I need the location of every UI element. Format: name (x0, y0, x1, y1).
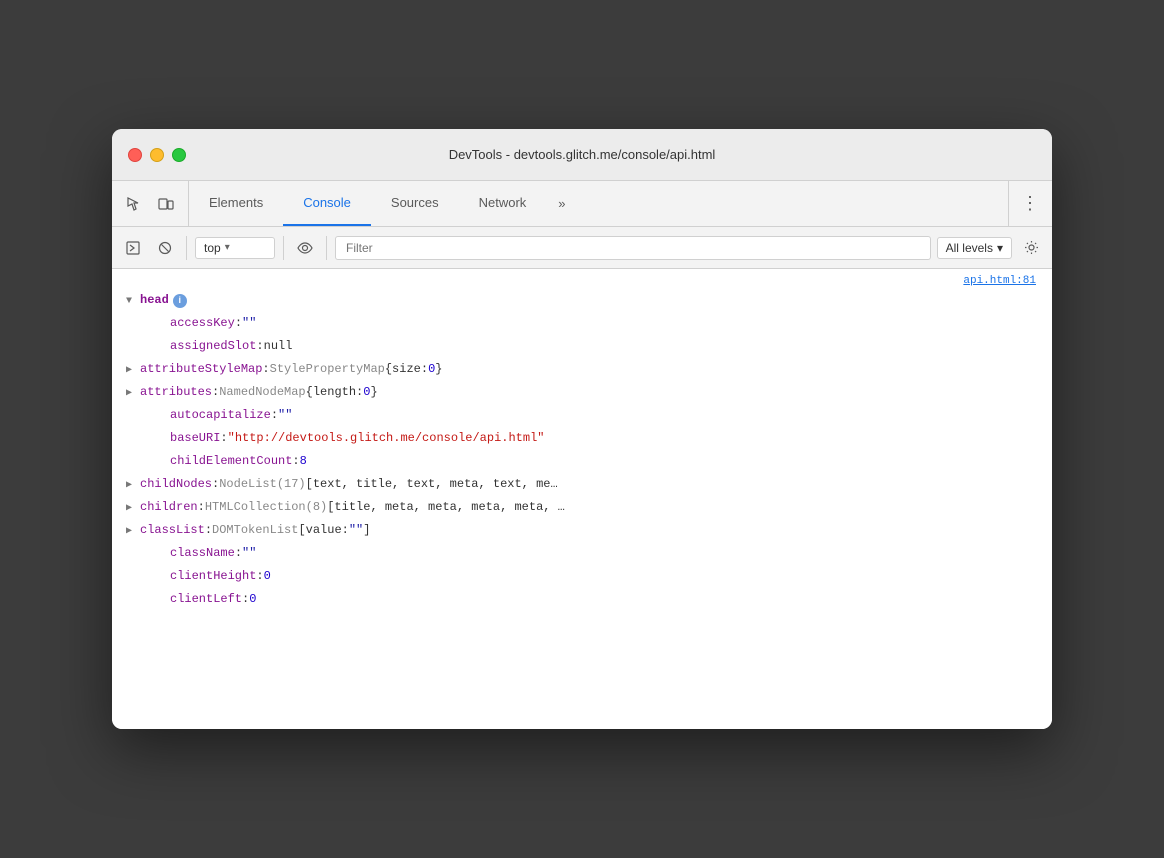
expand-arrow-classList[interactable] (126, 524, 140, 539)
expand-arrow-childNodes[interactable] (126, 478, 140, 493)
context-selector[interactable]: top ▾ (195, 237, 275, 259)
window-title: DevTools - devtools.glitch.me/console/ap… (449, 147, 716, 162)
tab-sources[interactable]: Sources (371, 181, 459, 226)
head-expand-arrow[interactable] (126, 294, 140, 309)
expand-arrow-children[interactable] (126, 501, 140, 516)
title-bar: DevTools - devtools.glitch.me/console/ap… (112, 129, 1052, 181)
minimize-button[interactable] (150, 148, 164, 162)
prop-row-clientHeight: clientHeight : 0 (112, 565, 1052, 588)
expand-arrow-attributes[interactable] (126, 386, 140, 401)
tab-network[interactable]: Network (459, 181, 547, 226)
prop-row-className: className : "" (112, 542, 1052, 565)
head-row[interactable]: head i (112, 289, 1052, 312)
more-menu-button[interactable]: ⋮ (1021, 193, 1040, 214)
toolbar-divider-3 (326, 236, 327, 260)
levels-selector[interactable]: All levels ▾ (937, 237, 1012, 259)
filter-input[interactable] (335, 236, 931, 260)
close-button[interactable] (128, 148, 142, 162)
console-toolbar: top ▾ All levels ▾ (112, 227, 1052, 269)
prop-row-assignedSlot: assignedSlot : null (112, 335, 1052, 358)
prop-row-baseURI: baseURI : "http://devtools.glitch.me/con… (112, 427, 1052, 450)
execute-context-icon[interactable] (120, 235, 146, 261)
console-output: api.html:81 head i accessKey : "" assign… (112, 269, 1052, 729)
head-info-badge[interactable]: i (173, 294, 187, 308)
prop-row-accessKey: accessKey : "" (112, 312, 1052, 335)
settings-icon[interactable] (1018, 235, 1044, 261)
levels-arrow: ▾ (997, 241, 1003, 255)
device-toolbar-icon[interactable] (152, 190, 180, 218)
tab-elements[interactable]: Elements (189, 181, 283, 226)
prop-row-classList[interactable]: classList : DOMTokenList [value: "" ] (112, 519, 1052, 542)
prop-row-autocapitalize: autocapitalize : "" (112, 404, 1052, 427)
toolbar-divider (186, 236, 187, 260)
toolbar-right: ⋮ (1008, 181, 1052, 226)
clear-console-icon[interactable] (152, 235, 178, 261)
inspector-icon[interactable] (120, 190, 148, 218)
live-expressions-icon[interactable] (292, 235, 318, 261)
tab-console[interactable]: Console (283, 181, 371, 226)
file-reference[interactable]: api.html:81 (112, 269, 1052, 289)
prop-row-childNodes[interactable]: childNodes : NodeList(17) [text, title, … (112, 473, 1052, 496)
prop-row-childElementCount: childElementCount : 8 (112, 450, 1052, 473)
maximize-button[interactable] (172, 148, 186, 162)
context-arrow: ▾ (225, 242, 230, 253)
expand-arrow-attributeStyleMap[interactable] (126, 363, 140, 378)
tabs: Elements Console Sources Network » (189, 181, 1008, 226)
prop-row-attributes[interactable]: attributes : NamedNodeMap {length: 0 } (112, 381, 1052, 404)
traffic-lights (128, 148, 186, 162)
prop-row-attributeStyleMap[interactable]: attributeStyleMap : StylePropertyMap {si… (112, 358, 1052, 381)
head-node-name: head (140, 291, 169, 309)
devtools-toolbar: Elements Console Sources Network » ⋮ (112, 181, 1052, 227)
prop-row-children[interactable]: children : HTMLCollection(8) [title, met… (112, 496, 1052, 519)
devtools-window: DevTools - devtools.glitch.me/console/ap… (112, 129, 1052, 729)
toolbar-icons (112, 181, 189, 226)
tab-more[interactable]: » (546, 181, 577, 226)
toolbar-divider-2 (283, 236, 284, 260)
prop-row-clientLeft: clientLeft : 0 (112, 588, 1052, 611)
